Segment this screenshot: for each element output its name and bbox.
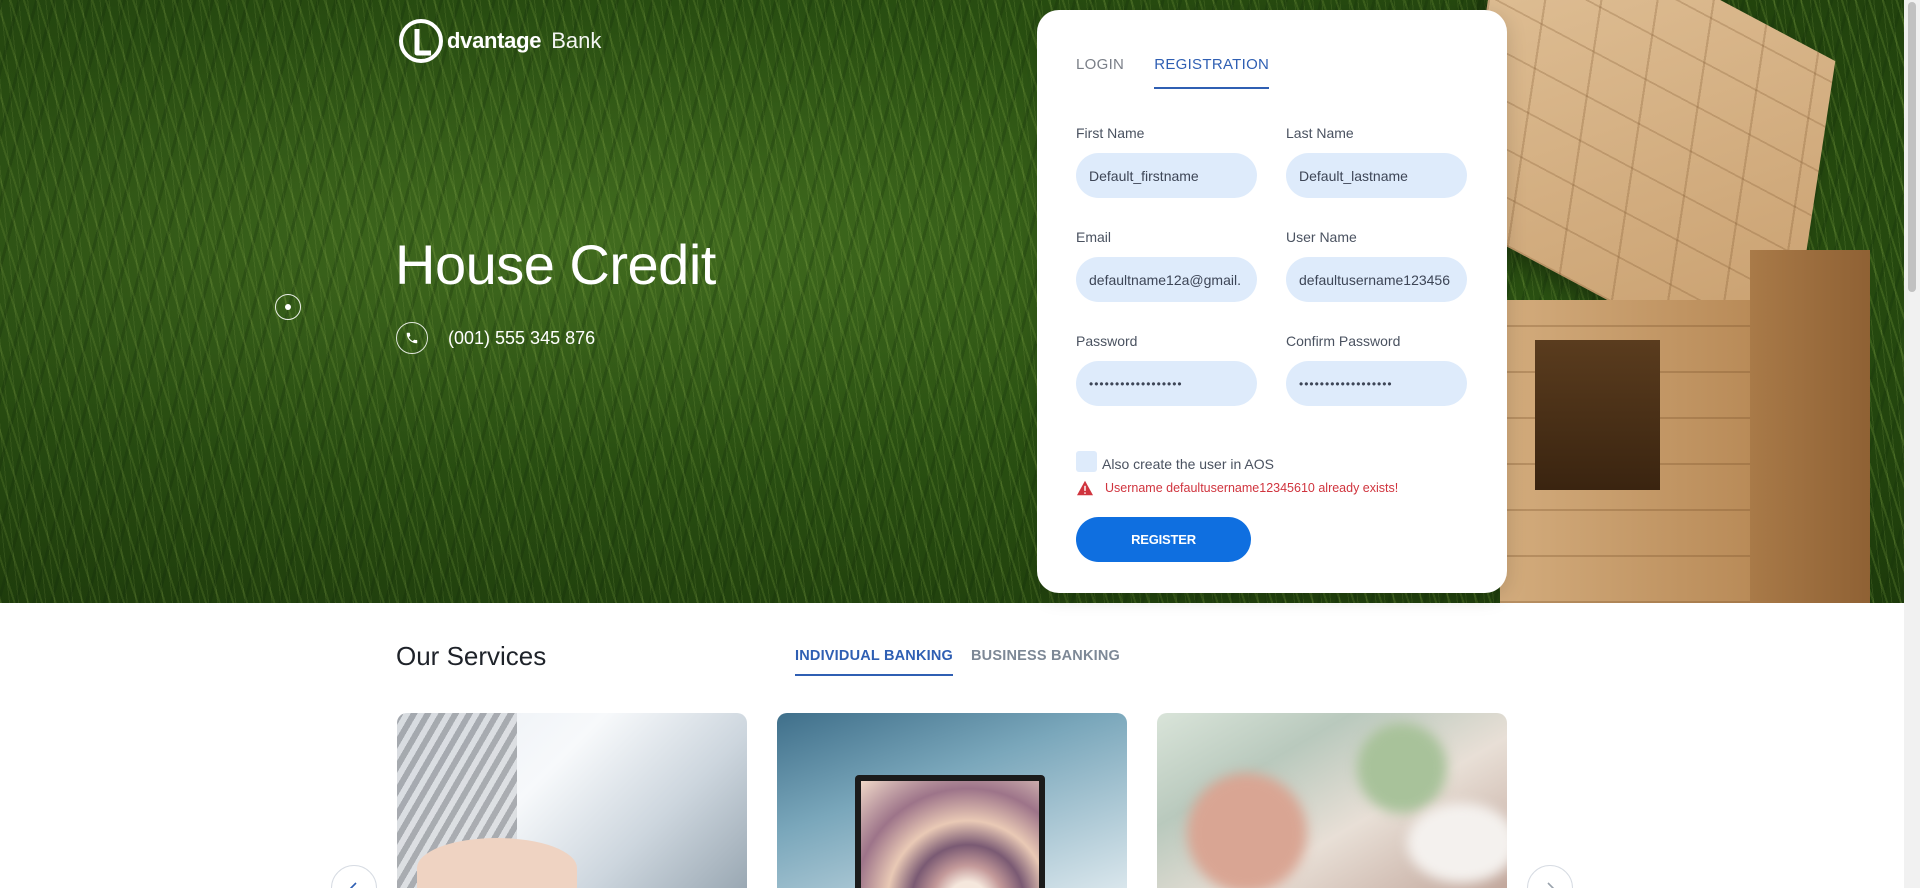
- auth-tabs: LOGIN REGISTRATION: [1076, 56, 1299, 89]
- confirm-password-label: Confirm Password: [1286, 333, 1401, 349]
- username-field[interactable]: defaultusername123456: [1286, 257, 1467, 302]
- dot-icon: [285, 304, 291, 310]
- service-card-3[interactable]: [1157, 713, 1507, 888]
- username-label: User Name: [1286, 229, 1357, 245]
- aos-checkbox-label: Also create the user in AOS: [1102, 456, 1274, 472]
- page-scrollbar[interactable]: [1904, 0, 1920, 888]
- tab-registration[interactable]: REGISTRATION: [1154, 56, 1270, 89]
- services-title: Our Services: [396, 641, 547, 671]
- email-field[interactable]: defaultname12a@gmail.: [1076, 257, 1257, 302]
- chevron-left-icon: [349, 882, 357, 888]
- password-label: Password: [1076, 333, 1138, 349]
- logo-mark-icon: [399, 19, 443, 63]
- phone-icon: [396, 322, 428, 354]
- warning-icon: [1077, 480, 1093, 496]
- carousel-prev-button[interactable]: [331, 865, 377, 888]
- tab-login[interactable]: LOGIN: [1076, 56, 1124, 89]
- service-card-1[interactable]: [397, 713, 747, 888]
- hero-phone: (001) 555 345 876: [396, 322, 595, 354]
- email-label: Email: [1076, 229, 1112, 245]
- aos-checkbox[interactable]: [1076, 450, 1097, 472]
- scrollbar-thumb[interactable]: [1908, 2, 1916, 292]
- error-text: Username defaultusername12345610 already…: [1105, 481, 1399, 495]
- phone-number: (001) 555 345 876: [448, 327, 596, 348]
- error-message: Username defaultusername12345610 already…: [1076, 480, 1398, 496]
- aos-checkbox-row: Also create the user in AOS: [1076, 450, 1274, 472]
- carousel-next-button[interactable]: [1527, 865, 1573, 888]
- first-name-label: First Name: [1076, 125, 1145, 141]
- logo-text: dvantage: [447, 28, 542, 53]
- logo-subtext: Bank: [551, 28, 602, 53]
- brand-logo[interactable]: dvantage Bank: [397, 17, 601, 65]
- service-card-2[interactable]: [777, 713, 1127, 888]
- hero-title: House Credit: [395, 233, 716, 296]
- tab-business-banking[interactable]: BUSINESS BANKING: [971, 648, 1120, 674]
- confirm-password-field[interactable]: ••••••••••••••••••: [1286, 361, 1467, 406]
- register-button[interactable]: REGISTER: [1076, 517, 1251, 562]
- auth-card: LOGIN REGISTRATION First Name Default_fi…: [1037, 10, 1507, 593]
- last-name-label: Last Name: [1286, 125, 1354, 141]
- first-name-field[interactable]: Default_firstname: [1076, 153, 1257, 198]
- hero-banner: dvantage Bank House Credit (001) 555 345…: [0, 0, 1904, 603]
- slider-dot-button[interactable]: [275, 294, 301, 320]
- password-field[interactable]: ••••••••••••••••••: [1076, 361, 1257, 406]
- tab-individual-banking[interactable]: INDIVIDUAL BANKING: [795, 648, 954, 676]
- chevron-right-icon: [1547, 882, 1555, 888]
- last-name-field[interactable]: Default_lastname: [1286, 153, 1467, 198]
